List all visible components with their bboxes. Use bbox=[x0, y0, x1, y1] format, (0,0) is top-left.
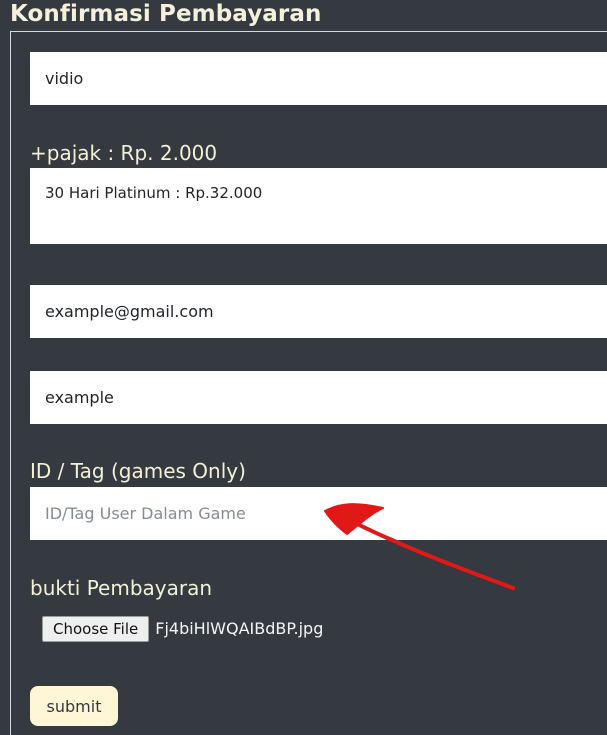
submit-button[interactable]: submit bbox=[30, 686, 118, 726]
package-field[interactable]: 30 Hari Platinum : Rp.32.000 bbox=[30, 168, 607, 244]
page-title: Konfirmasi Pembayaran bbox=[10, 1, 322, 27]
payment-proof-label: bukti Pembayaran bbox=[30, 576, 213, 600]
name-field[interactable]: example bbox=[30, 371, 607, 424]
id-tag-input[interactable]: ID/Tag User Dalam Game bbox=[30, 487, 607, 540]
selected-file-name: Fj4biHlWQAIBdBP.jpg bbox=[155, 619, 324, 638]
choose-file-button[interactable]: Choose File bbox=[42, 616, 150, 642]
payment-confirmation-page: Konfirmasi Pembayaran vidio +pajak : Rp.… bbox=[0, 0, 607, 735]
service-field[interactable]: vidio bbox=[30, 52, 607, 105]
email-field[interactable]: example@gmail.com bbox=[30, 285, 607, 338]
tax-label: +pajak : Rp. 2.000 bbox=[30, 141, 218, 165]
id-tag-label: ID / Tag (games Only) bbox=[30, 459, 246, 483]
file-upload-row: Choose File Fj4biHlWQAIBdBP.jpg bbox=[42, 616, 323, 642]
